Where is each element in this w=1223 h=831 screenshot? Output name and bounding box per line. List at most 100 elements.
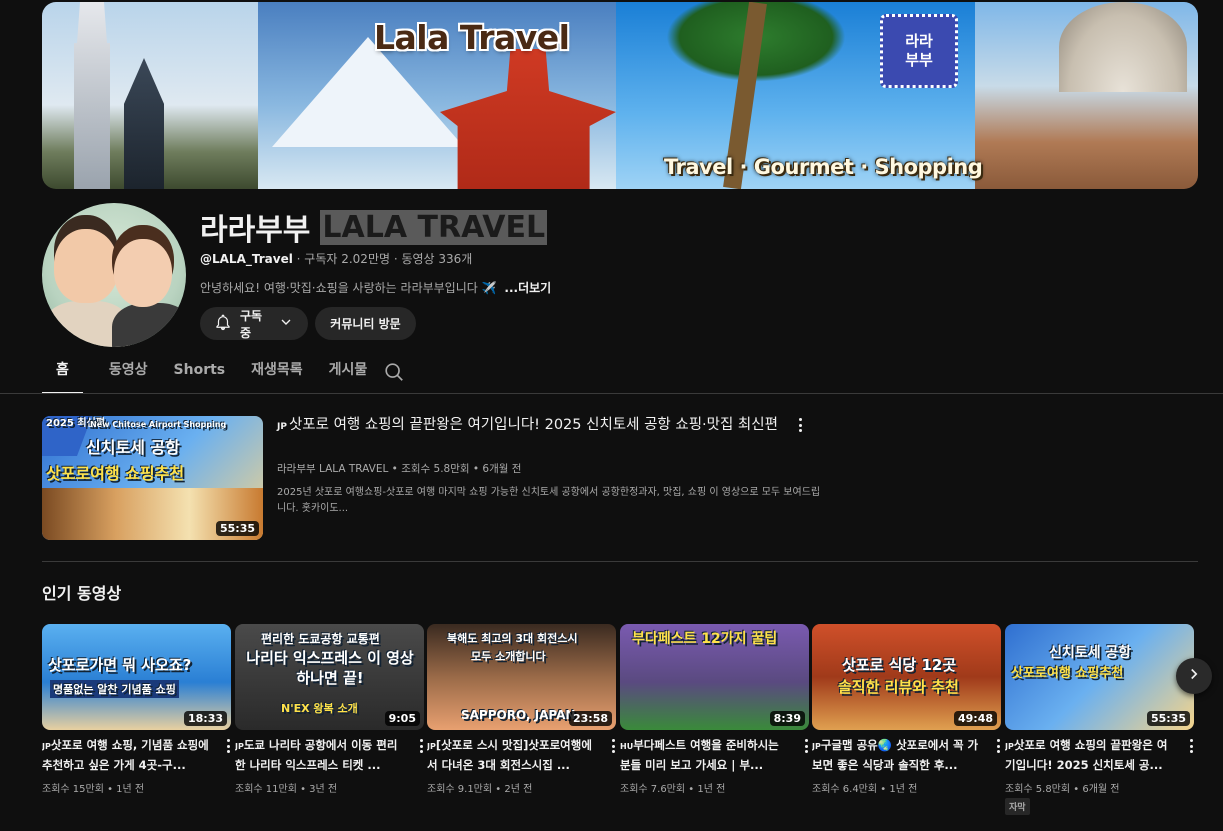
flag-label: JP [427, 742, 436, 751]
video-title[interactable]: JP[삿포로 스시 맛집]삿포로여행에서 다녀온 3대 회전스시집 ... [427, 736, 599, 772]
banner-castle-scene [42, 2, 258, 189]
chevron-right-icon [1185, 665, 1203, 687]
thumbnail-text-a: 편리한 도쿄공항 교통편 [261, 632, 380, 646]
channel-description[interactable]: 안녕하세요! 여행·맛집·쇼핑을 사랑하는 라라부부입니다 ✈️ ...더보기 [200, 279, 551, 296]
banner-logo-bottom: 부부 [905, 51, 933, 69]
thumbnail-text-a: 부다페스트 12가지 꿀팁 [632, 631, 778, 647]
more-vert-icon[interactable] [799, 737, 813, 755]
flag-label: HU [620, 742, 634, 751]
thumbnail-text-a: 삿포로가면 뭐 사오죠? [48, 656, 192, 674]
channel-name-en: LALA TRAVEL [320, 209, 548, 245]
duration-badge: 55:35 [1146, 711, 1190, 726]
subscribed-button[interactable]: 구독중 [200, 307, 308, 340]
shelf-next-button[interactable] [1176, 658, 1212, 694]
thumbnail-line-2: 삿포로여행 쇼핑추천 [46, 464, 185, 483]
video-card[interactable]: 북해도 최고의 3대 회전스시 모두 소개합니다 SAPPORO, JAPAN … [427, 624, 616, 795]
caption-badge: 자막 [1005, 798, 1030, 815]
more-vert-icon[interactable] [221, 737, 235, 755]
video-meta: 조회수 15만회 • 1년 전 [42, 784, 145, 795]
duration-badge: 8:39 [769, 711, 805, 726]
video-thumbnail[interactable]: 편리한 도쿄공항 교통편 나리타 익스프레스 이 영상 하나면 끝! N'EX … [235, 624, 424, 730]
thumbnail-text-b: 솔직한 리뷰와 추천 [838, 678, 959, 696]
flag-label: JP [1005, 742, 1014, 751]
thumbnail-top-text: New Chitose Airport Shopping [90, 420, 227, 429]
video-title[interactable]: JP도쿄 나리타 공항에서 이동 편리한 나리타 익스프레스 티켓 ... [235, 736, 407, 772]
thumbnail-text-a: 신치토세 공항 [1049, 645, 1132, 661]
featured-video-thumbnail[interactable]: 2025 최신편 New Chitose Airport Shopping 신치… [42, 416, 263, 540]
video-card[interactable]: 부다페스트 12가지 꿀팁 8:39 HU부다페스트 여행을 준비하시는 분들 … [620, 624, 809, 795]
video-title-text: 삿포로 여행 쇼핑, 기념품 쇼핑에 추천하고 싶은 가게 4곳-구... [42, 738, 209, 772]
video-card[interactable]: 신치토세 공항 삿포로여행 쇼핑추천 55:35 JP삿포로 여행 쇼핑의 끝판… [1005, 624, 1194, 815]
channel-name: 라라부부 LALA TRAVEL [200, 205, 548, 249]
tab-posts[interactable]: 게시물 [329, 356, 368, 394]
more-vert-icon[interactable] [606, 737, 620, 755]
more-vert-icon[interactable] [414, 737, 428, 755]
tab-home[interactable]: 홈 [42, 356, 83, 394]
thumbnail-text-b: 명품없는 알찬 기념품 쇼핑 [50, 680, 179, 698]
video-meta: 조회수 11만회 • 3년 전 [235, 784, 338, 795]
subscribed-label: 구독중 [240, 308, 263, 340]
video-title[interactable]: HU부다페스트 여행을 준비하시는 분들 미리 보고 가세요 | 부... [620, 736, 792, 772]
flag-label: JP [812, 742, 821, 751]
video-thumbnail[interactable]: 신치토세 공항 삿포로여행 쇼핑추천 55:35 [1005, 624, 1194, 730]
duration-badge: 9:05 [384, 711, 420, 726]
channel-name-ko: 라라부부 [200, 213, 311, 248]
duration-badge: 49:48 [953, 711, 997, 726]
channel-avatar[interactable] [42, 203, 186, 347]
video-title[interactable]: JP삿포로 여행 쇼핑의 끝판왕은 여기입니다! 2025 신치토세 공... [1005, 736, 1177, 772]
featured-video-meta: 라라부부 LALA TRAVEL • 조회수 5.8만회 • 6개월 전 [277, 463, 522, 475]
tab-playlists[interactable]: 재생목록 [251, 356, 303, 394]
search-icon[interactable] [383, 361, 405, 383]
thumbnail-line-1: 신치토세 공항 [86, 438, 180, 457]
more-vert-icon[interactable] [793, 416, 807, 434]
video-meta: 조회수 5.8만회 • 6개월 전 [1005, 784, 1120, 795]
video-title-text: [삿포로 스시 맛집]삿포로여행에서 다녀온 3대 회전스시집 ... [427, 738, 592, 772]
banner-logo-top: 라라 [905, 32, 933, 50]
video-card[interactable]: 삿포로가면 뭐 사오죠? 명품없는 알찬 기념품 쇼핑 18:33 JP삿포로 … [42, 624, 231, 795]
banner-title: Lala Travel [374, 18, 570, 57]
tabs-divider [0, 393, 1223, 394]
video-title[interactable]: JP삿포로 여행 쇼핑, 기념품 쇼핑에 추천하고 싶은 가게 4곳-구... [42, 736, 214, 772]
tab-videos[interactable]: 동영상 [109, 356, 148, 394]
featured-title-text: 삿포로 여행 쇼핑의 끝판왕은 여기입니다! 2025 신치토세 공항 쇼핑·맛… [288, 417, 778, 433]
video-card[interactable]: 편리한 도쿄공항 교통편 나리타 익스프레스 이 영상 하나면 끝! N'EX … [235, 624, 424, 795]
duration-badge: 18:33 [183, 711, 227, 726]
video-thumbnail[interactable]: 부다페스트 12가지 꿀팁 8:39 [620, 624, 809, 730]
banner-tagline: Travel · Gourmet · Shopping [664, 155, 983, 179]
tab-shorts[interactable]: Shorts [174, 356, 226, 394]
popular-section-title: 인기 동영상 [42, 584, 122, 603]
more-link[interactable]: ...더보기 [504, 281, 551, 295]
featured-video-description: 2025년 삿포로 여행쇼핑-삿포로 여행 마지막 쇼핑 가능한 신치토세 공항… [277, 487, 821, 514]
channel-stats: · 구독자 2.02만명 · 동영상 336개 [296, 252, 473, 266]
video-thumbnail[interactable]: 삿포로가면 뭐 사오죠? 명품없는 알찬 기념품 쇼핑 18:33 [42, 624, 231, 730]
chevron-down-icon [278, 314, 294, 333]
more-vert-icon[interactable] [991, 737, 1005, 755]
thumbnail-text-b: 삿포로여행 쇼핑추천 [1011, 666, 1124, 681]
thumbnail-text-b: 나리타 익스프레스 이 영상 하나면 끝! [246, 649, 414, 687]
more-vert-icon[interactable] [1184, 737, 1198, 755]
channel-description-text: 안녕하세요! 여행·맛집·쇼핑을 사랑하는 라라부부입니다 ✈️ [200, 281, 497, 295]
video-title-text: 구글맵 공유🌏 삿포로에서 꼭 가보면 좋은 식당과 솔직한 후... [812, 738, 979, 772]
video-meta: 조회수 7.6만회 • 1년 전 [620, 784, 726, 795]
flag-label: JP [42, 742, 51, 751]
channel-banner: Lala Travel Travel · Gourmet · Shopping … [42, 2, 1198, 189]
video-meta: 조회수 9.1만회 • 2년 전 [427, 784, 533, 795]
video-thumbnail[interactable]: 북해도 최고의 3대 회전스시 모두 소개합니다 SAPPORO, JAPAN … [427, 624, 616, 730]
video-thumbnail[interactable]: 삿포로 식당 12곳 솔직한 리뷰와 추천 49:48 [812, 624, 1001, 730]
video-title[interactable]: JP구글맵 공유🌏 삿포로에서 꼭 가보면 좋은 식당과 솔직한 후... [812, 736, 984, 772]
duration-badge: 55:35 [215, 521, 259, 536]
bell-icon [214, 313, 232, 334]
featured-video-title[interactable]: JP 삿포로 여행 쇼핑의 끝판왕은 여기입니다! 2025 신치토세 공항 쇼핑… [277, 414, 787, 438]
duration-badge: 23:58 [568, 711, 612, 726]
community-label: 커뮤니티 방문 [330, 317, 401, 331]
flag-label: JP [277, 422, 287, 432]
video-title-text: 도쿄 나리타 공항에서 이동 편리한 나리타 익스프레스 티켓 ... [235, 738, 398, 772]
flag-label: JP [235, 742, 244, 751]
thumbnail-text-a: 삿포로 식당 12곳 [842, 656, 957, 674]
video-meta: 조회수 6.4만회 • 1년 전 [812, 784, 918, 795]
video-card[interactable]: 삿포로 식당 12곳 솔직한 리뷰와 추천 49:48 JP구글맵 공유🌏 삿포… [812, 624, 1001, 795]
banner-logo: 라라 부부 [880, 14, 958, 88]
community-button[interactable]: 커뮤니티 방문 [315, 307, 416, 340]
banner-dome-scene [975, 2, 1198, 189]
thumbnail-text-c: SAPPORO, JAPAN [461, 708, 576, 722]
